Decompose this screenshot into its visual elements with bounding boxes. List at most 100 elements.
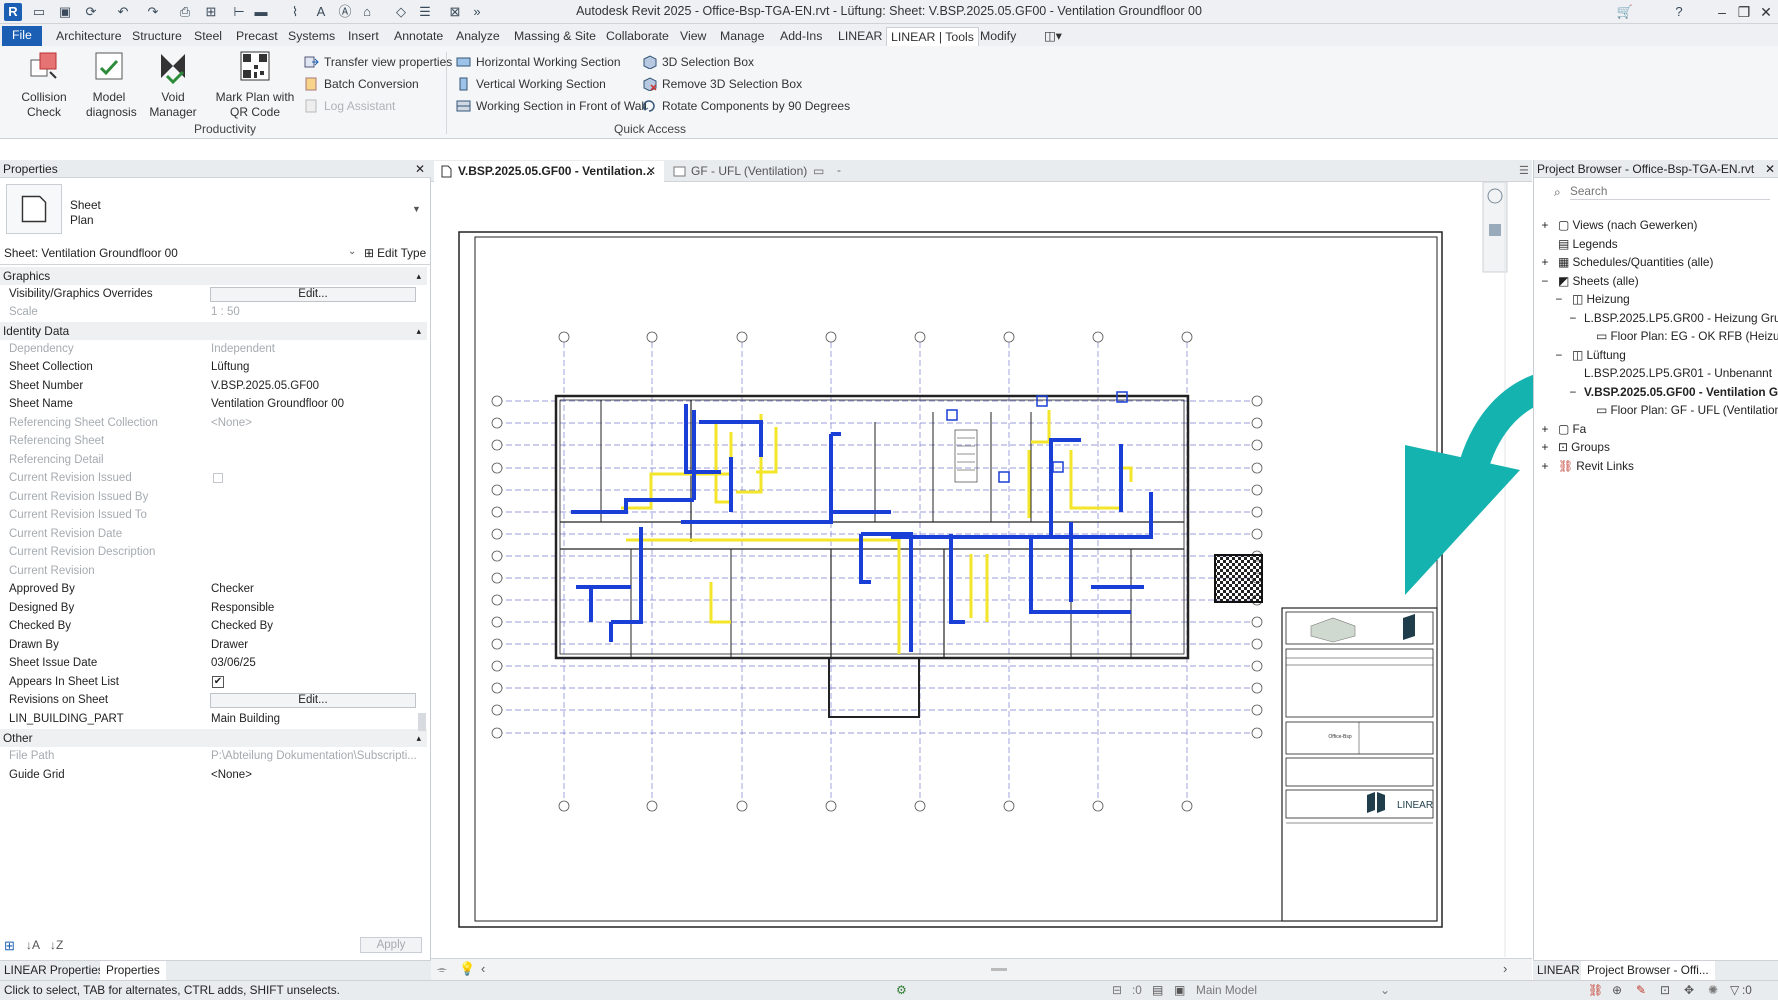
apply-button[interactable]: Apply [360,937,422,953]
close-properties-icon[interactable]: ✕ [415,160,425,178]
close-window-button[interactable]: ✕ [1752,2,1778,22]
tree-sheet-gr01[interactable]: L.BSP.2025.LP5.GR01 - Unbenannt [1584,365,1772,382]
select-underlay-icon[interactable]: ⊕ [1612,981,1622,1000]
tree-legends[interactable]: ▤ Legends [1540,236,1618,253]
expand-icon[interactable]: + [1540,458,1550,475]
tab-manage[interactable]: Manage [716,27,768,46]
mark-plan-qr-button[interactable]: Mark Plan with QR Code [214,50,296,120]
print-icon[interactable]: ⎙ [176,3,194,21]
prop-drawn-by[interactable]: Drawn By Drawer [0,636,431,654]
type-selector-dropdown-icon[interactable]: ▼ [412,204,421,214]
rotate-components-button[interactable]: Rotate Components by 90 Degrees [642,97,850,115]
batch-conversion-button[interactable]: Batch Conversion [304,75,419,93]
group-identity-data[interactable]: Identity Data ▴ [0,322,427,340]
visibility-edit-button[interactable]: Edit... [210,287,416,302]
chevron-down-icon[interactable]: ⌄ [348,246,356,257]
tree-heizung[interactable]: − ◫ Heizung [1554,291,1630,308]
collapse-icon[interactable]: − [1554,291,1564,308]
collapse-icon[interactable]: − [1540,273,1550,290]
tab-sheet-view[interactable]: V.BSP.2025.05.GF00 - Ventilation... ✕ [434,161,664,182]
properties-scrollbar[interactable] [418,713,426,731]
tab-analyze[interactable]: Analyze [452,27,504,46]
tab-massing-site[interactable]: Massing & Site [510,27,600,46]
tab-modify[interactable]: Modify [976,27,1020,46]
tree-groups[interactable]: + ⊡ Groups [1540,439,1610,456]
3d-selection-box-button[interactable]: 3D Selection Box [642,53,754,71]
working-section-front-wall-button[interactable]: Working Section in Front of Wall [456,97,647,115]
collapse-icon[interactable]: − [1568,384,1578,401]
tab-collaborate[interactable]: Collaborate [602,27,673,46]
prop-approved-by[interactable]: Approved By Checker [0,580,431,598]
collapse-icon[interactable]: ▴ [416,322,421,340]
tag-icon[interactable]: ⌇ [286,3,304,21]
measure-icon[interactable]: ⊞ [202,3,220,21]
tree-floor-plan-heizung[interactable]: ▭ Floor Plan: EG - OK RFB (Heizung [1596,328,1778,345]
tree-floor-plan-gf-ufl[interactable]: ▭ Floor Plan: GF - UFL (Ventilation) [1596,402,1778,419]
close-tab-icon[interactable]: ✕ [646,161,656,181]
drawing-canvas[interactable]: Office-Bsp LINEAR [431,181,1516,957]
remove-3d-selection-box-button[interactable]: Remove 3D Selection Box [642,75,802,93]
expand-icon[interactable]: + [1540,421,1550,438]
tab-linear-properties[interactable]: LINEAR Properties [4,963,104,977]
align-icon[interactable]: ▬ [252,3,270,21]
collapse-icon[interactable]: ▴ [416,267,421,285]
vertical-working-section-button[interactable]: Vertical Working Section [456,75,606,93]
thin-lines-icon[interactable]: ☰ [416,3,434,21]
worksharing-icon[interactable]: ⚙ [896,981,907,1000]
edit-type-button[interactable]: ⊞ Edit Type [364,246,426,260]
collapse-icon[interactable]: − [1568,310,1578,327]
sort-ascending-icon[interactable]: ↓A [26,938,40,952]
prop-sheet-issue-date[interactable]: Sheet Issue Date 03/06/25 [0,654,431,672]
tab-project-browser[interactable]: Project Browser - Offi... [1581,961,1715,980]
drag-elements-icon[interactable]: ✥ [1684,981,1694,1000]
prop-sheet-name[interactable]: Sheet Name Ventilation Groundfloor 00 [0,395,431,413]
tab-systems[interactable]: Systems [284,27,339,46]
sort-descending-icon[interactable]: ↓Z [50,938,63,952]
default-3d-icon[interactable]: ⌂ [358,3,376,21]
tab-properties[interactable]: Properties [100,961,166,980]
revit-app-icon[interactable]: R [4,3,22,21]
background-process-icon[interactable]: ✺ [1708,981,1718,1000]
new-tab-icon[interactable]: ▭ [813,164,824,178]
tab-structure[interactable]: Structure [128,27,186,46]
worksets-icon[interactable]: ▤ [1152,981,1163,1000]
redo-icon[interactable]: ↷ [144,3,162,21]
section-icon[interactable]: ◇ [392,3,410,21]
sync-icon[interactable]: ⟳ [82,3,100,21]
collapse-icon[interactable]: − [1554,347,1564,364]
tab-floor-plan-view[interactable]: GF - UFL (Ventilation) [667,161,827,182]
lightbulb-icon[interactable]: 💡 [459,961,475,977]
prop-guide-grid[interactable]: Guide Grid <None> [0,766,431,784]
scroll-left-icon[interactable]: ‹ [481,961,485,976]
tab-list-icon[interactable]: ☰ [1519,164,1529,177]
undo-icon[interactable]: ↶ [114,3,132,21]
prop-checked-by[interactable]: Checked By Checked By [0,617,431,635]
void-manager-button[interactable]: Void Manager [136,50,210,120]
tab-insert[interactable]: Insert [344,27,383,46]
revisions-edit-button[interactable]: Edit... [210,693,416,708]
tree-schedules[interactable]: + ▦ Schedules/Quantities (alle) [1540,254,1714,271]
prop-lin-building-part[interactable]: LIN_BUILDING_PART Main Building [0,710,431,728]
prop-sheet-collection[interactable]: Sheet Collection Lüftung [0,358,431,376]
help-icon[interactable]: ? [1670,3,1688,21]
tab-linear[interactable]: LINEAR [834,27,886,46]
navigation-bar[interactable] [1482,181,1508,273]
model-diagnosis-button[interactable]: Model diagnosis [86,50,137,120]
tab-file[interactable]: File [2,26,42,46]
horizontal-scrollbar[interactable] [991,968,1007,971]
design-option-icon[interactable]: ▣ [1174,981,1185,1000]
prop-designed-by[interactable]: Designed By Responsible [0,599,431,617]
tree-sheet-gf00-active[interactable]: − V.BSP.2025.05.GF00 - Ventilation Grou [1568,384,1778,401]
horizontal-working-section-button[interactable]: Horizontal Working Section [456,53,621,71]
tree-families[interactable]: + ▢ Fa [1540,421,1587,438]
open-icon[interactable]: ▭ [30,3,48,21]
tab-linear-tools[interactable]: LINEAR | Tools [886,27,979,46]
browser-search-input[interactable] [1570,182,1770,200]
dimension-icon[interactable]: ⊢ [230,3,248,21]
categorized-icon[interactable]: ⊞ [4,938,15,954]
panel-toggle-icon[interactable]: ◫▾ [1040,27,1066,46]
tab-view[interactable]: View [676,27,710,46]
tab-linear-browser[interactable]: LINEAR [1537,963,1580,977]
filter-icon[interactable]: ▽ [1730,981,1739,1000]
tab-overflow-icon[interactable]: - [837,163,841,177]
